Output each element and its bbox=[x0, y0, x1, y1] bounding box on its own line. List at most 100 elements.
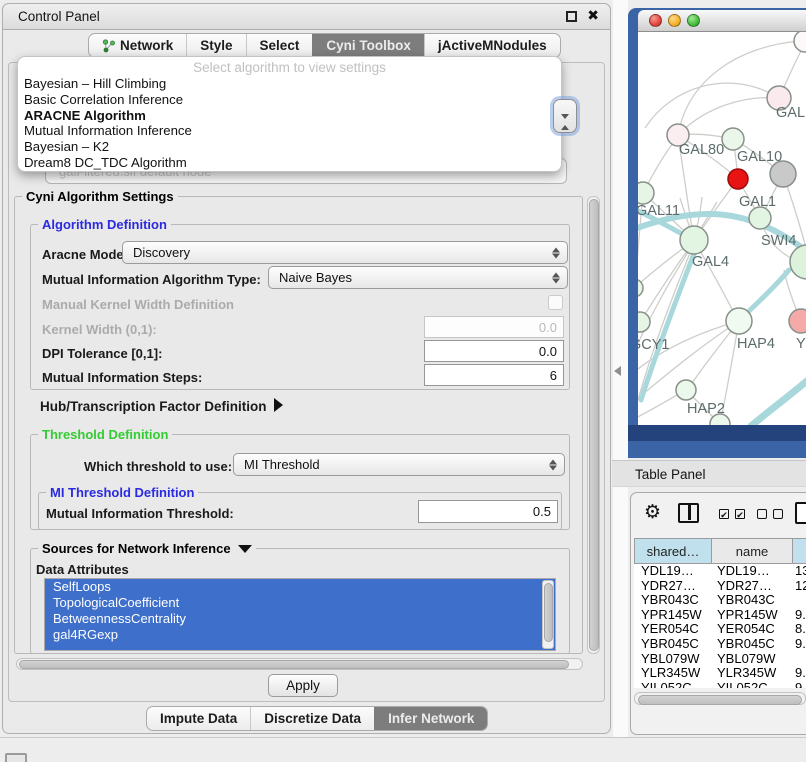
table-cell: 8. bbox=[790, 622, 806, 637]
network-node-gal11[interactable] bbox=[638, 182, 654, 204]
gear-icon[interactable]: ⚙ bbox=[644, 501, 661, 524]
mi-type-label: Mutual Information Algorithm Type: bbox=[42, 272, 261, 287]
attribute-item[interactable]: SelfLoops bbox=[45, 579, 555, 595]
table-row[interactable]: YDR27…YDR27…12 bbox=[634, 579, 806, 594]
network-node-gal10[interactable] bbox=[722, 128, 744, 150]
sources-group-title[interactable]: Sources for Network Inference bbox=[38, 541, 256, 556]
network-node-label: GCY1 bbox=[638, 337, 670, 353]
table-body[interactable]: YDL19…YDL19…13YDR27…YDR27…12YBR043CYBR04… bbox=[634, 564, 806, 688]
tab-network[interactable]: Network bbox=[89, 34, 186, 57]
algorithm-option[interactable]: ARACNE Algorithm bbox=[18, 108, 561, 124]
settings-vertical-scrollbar[interactable] bbox=[587, 196, 600, 654]
tab-jactivemnodules[interactable]: jActiveMNodules bbox=[424, 34, 560, 57]
threshold-definition-title: Threshold Definition bbox=[38, 427, 172, 442]
tab-infer-network[interactable]: Infer Network bbox=[374, 707, 487, 730]
table-cell: YBR043C bbox=[710, 593, 790, 608]
kernel-width-field[interactable]: 0.0 bbox=[424, 316, 564, 338]
split-view-icon[interactable] bbox=[678, 503, 699, 523]
zoom-window-icon[interactable] bbox=[687, 14, 700, 27]
which-threshold-combobox[interactable]: MI Threshold bbox=[233, 453, 565, 476]
close-window-icon[interactable] bbox=[649, 14, 662, 27]
hub-definition-label[interactable]: Hub/Transcription Factor Definition bbox=[40, 399, 267, 414]
dpi-tolerance-field[interactable]: 0.0 bbox=[424, 340, 564, 362]
mi-type-combobox[interactable]: Naive Bayes bbox=[268, 266, 568, 289]
tab-select[interactable]: Select bbox=[246, 34, 313, 57]
tab-cyni-toolbox[interactable]: Cyni Toolbox bbox=[312, 34, 424, 57]
table-cell: YBR045C bbox=[634, 637, 710, 652]
algorithm-option[interactable]: Bayesian – K2 bbox=[18, 139, 561, 155]
network-node-gcy1[interactable] bbox=[638, 312, 650, 332]
close-panel-icon[interactable]: ✖ bbox=[587, 7, 599, 24]
table-cell: YER054C bbox=[634, 622, 710, 637]
attribute-item[interactable]: TopologicalCoefficient bbox=[45, 595, 555, 611]
expand-right-icon[interactable] bbox=[274, 398, 283, 412]
mi-threshold-label: Mutual Information Threshold: bbox=[46, 506, 234, 521]
network-node-swi4[interactable] bbox=[790, 245, 806, 279]
network-canvas[interactable]: GALGAL80GAL10GAL11GAL1SWI4GAL4GCY1HAP4YH… bbox=[638, 32, 806, 425]
table-cell: YPR145W bbox=[710, 608, 790, 623]
table-cell: 9. bbox=[790, 608, 806, 623]
table-cell: YER054C bbox=[710, 622, 790, 637]
table-row[interactable]: YPR145WYPR145W9. bbox=[634, 608, 806, 623]
network-node-gal4[interactable] bbox=[680, 226, 708, 254]
new-table-icon[interactable] bbox=[795, 502, 806, 524]
network-node-hap2[interactable] bbox=[676, 380, 696, 400]
algorithm-dropdown-list: Bayesian – Hill ClimbingBasic Correlatio… bbox=[18, 76, 561, 171]
table-row[interactable]: YER054CYER054C8. bbox=[634, 622, 806, 637]
table-row[interactable]: YIL052CYIL052C9. bbox=[634, 681, 806, 688]
table-cell bbox=[790, 593, 806, 608]
algorithm-option[interactable]: Mutual Information Inference bbox=[18, 123, 561, 139]
table-cell: YIL052C bbox=[634, 681, 710, 688]
network-node-hap4[interactable] bbox=[726, 308, 752, 334]
network-node-y[interactable] bbox=[789, 309, 806, 333]
network-node[interactable] bbox=[794, 32, 806, 52]
algorithm-dropdown-popup: Select algorithm to view settings Bayesi… bbox=[17, 56, 562, 172]
mi-steps-field[interactable]: 6 bbox=[424, 364, 564, 386]
table-row[interactable]: YLR345WYLR345W9. bbox=[634, 666, 806, 681]
aracne-mode-combobox[interactable]: Discovery bbox=[122, 241, 568, 264]
select-all-checkbox-icon[interactable]: ✔ bbox=[719, 509, 729, 519]
algorithm-option[interactable]: Basic Correlation Inference bbox=[18, 92, 561, 108]
mi-threshold-field[interactable]: 0.5 bbox=[418, 500, 558, 523]
column-header[interactable]: name bbox=[712, 539, 793, 563]
collapse-divider-icon[interactable] bbox=[614, 366, 621, 376]
select-all-checkbox-icon[interactable]: ✔ bbox=[735, 509, 745, 519]
apply-button[interactable]: Apply bbox=[268, 674, 338, 697]
network-node[interactable] bbox=[728, 169, 748, 189]
deselect-checkbox-icon[interactable] bbox=[773, 509, 783, 519]
which-threshold-label: Which threshold to use: bbox=[84, 459, 232, 474]
tab-discretize-data[interactable]: Discretize Data bbox=[250, 707, 374, 730]
algorithm-option[interactable]: Bayesian – Hill Climbing bbox=[18, 76, 561, 92]
tab-style[interactable]: Style bbox=[186, 34, 245, 57]
mi-threshold-group-title: MI Threshold Definition bbox=[46, 485, 198, 500]
table-row[interactable]: YBL079WYBL079W bbox=[634, 652, 806, 667]
deselect-checkbox-icon[interactable] bbox=[757, 509, 767, 519]
table-panel-title: Table Panel bbox=[635, 467, 706, 482]
column-header[interactable]: shared… bbox=[635, 539, 712, 563]
attribute-item[interactable]: gal4RGexp bbox=[45, 627, 555, 643]
table-horizontal-scrollbar[interactable] bbox=[634, 692, 806, 705]
settings-horizontal-scrollbar[interactable] bbox=[16, 658, 583, 670]
table-row[interactable]: YDL19…YDL19…13 bbox=[634, 564, 806, 579]
column-header[interactable]: A bbox=[793, 539, 806, 563]
table-cell: 13 bbox=[790, 564, 806, 579]
algorithm-option[interactable]: Dream8 DC_TDC Algorithm bbox=[18, 155, 561, 171]
minimized-panel-button[interactable] bbox=[5, 753, 27, 762]
table-row[interactable]: YBR043CYBR043C bbox=[634, 593, 806, 608]
manual-kernel-checkbox[interactable] bbox=[548, 295, 563, 310]
table-cell: YLR345W bbox=[710, 666, 790, 681]
attribute-item[interactable]: BetweennessCentrality bbox=[45, 611, 555, 627]
tab-impute-data[interactable]: Impute Data bbox=[147, 707, 250, 730]
expand-down-icon[interactable] bbox=[238, 545, 252, 553]
algorithm-combobox-button[interactable] bbox=[553, 99, 577, 133]
network-node-label: GAL1 bbox=[739, 194, 776, 210]
network-window-titlebar[interactable] bbox=[638, 10, 806, 32]
minimize-window-icon[interactable] bbox=[668, 14, 681, 27]
attributes-list-scrollbar[interactable] bbox=[542, 580, 554, 649]
data-attributes-list[interactable]: SelfLoopsTopologicalCoefficientBetweenne… bbox=[44, 578, 556, 651]
float-window-icon[interactable] bbox=[566, 11, 577, 22]
table-row[interactable]: YBR045CYBR045C9. bbox=[634, 637, 806, 652]
network-node-gal1[interactable] bbox=[749, 207, 771, 229]
network-node-label: HAP4 bbox=[737, 336, 775, 352]
mi-type-value: Naive Bayes bbox=[279, 270, 352, 285]
